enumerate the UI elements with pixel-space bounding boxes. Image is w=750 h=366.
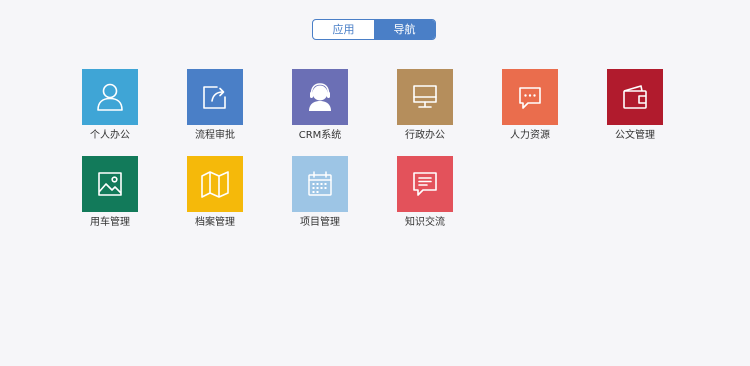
app-tile-crm[interactable]: CRM系统	[292, 69, 348, 142]
tile-icon-box	[187, 69, 243, 125]
tile-label: 公文管理	[615, 130, 655, 141]
share-icon	[203, 86, 226, 109]
tile-label: 档案管理	[195, 217, 235, 228]
tile-icon-box	[607, 69, 663, 125]
tile-label: 行政办公	[405, 130, 445, 141]
calendar-icon	[308, 171, 332, 196]
map-icon	[201, 171, 229, 198]
tile-label: 项目管理	[300, 217, 340, 228]
tab-apps[interactable]: 应用	[313, 20, 374, 39]
tile-icon-box	[397, 69, 453, 125]
app-tile-project-management[interactable]: 项目管理	[292, 156, 348, 229]
tile-label: 知识交流	[405, 217, 445, 228]
customer-service-icon	[309, 83, 331, 111]
tile-icon-box	[502, 69, 558, 125]
tile-icon-box	[187, 156, 243, 212]
tile-label: 流程审批	[195, 130, 235, 141]
wallet-icon	[623, 85, 647, 109]
app-tile-vehicle-management[interactable]: 用车管理	[82, 156, 138, 229]
app-tile-admin-office[interactable]: 行政办公	[397, 69, 453, 142]
tile-icon-box	[82, 156, 138, 212]
tile-label: 用车管理	[90, 217, 130, 228]
app-tile-archive-management[interactable]: 档案管理	[187, 156, 243, 229]
app-tile-document-management[interactable]: 公文管理	[607, 69, 663, 142]
user-icon	[97, 83, 123, 111]
monitor-icon	[413, 85, 437, 108]
app-tile-human-resources[interactable]: 人力资源	[502, 69, 558, 142]
tile-icon-box	[292, 156, 348, 212]
app-tile-workflow-approval[interactable]: 流程审批	[187, 69, 243, 142]
view-toggle: 应用 导航	[312, 19, 436, 40]
app-grid: 个人办公 流程审批 CRM系统 行政办公 人力资源 公文管理 用车管理 档案管理…	[82, 69, 663, 229]
app-tile-personal-office[interactable]: 个人办公	[82, 69, 138, 142]
tab-navigation[interactable]: 导航	[374, 20, 435, 39]
app-tile-knowledge-exchange[interactable]: 知识交流	[397, 156, 453, 229]
tile-label: 个人办公	[90, 130, 130, 141]
chat-bubble-icon	[519, 87, 541, 109]
app-launcher-page: 应用 导航 个人办公 流程审批 CRM系统 行政办公 人力资源 公文管理 用车管…	[0, 0, 750, 366]
tile-label: CRM系统	[298, 130, 342, 141]
tile-label: 人力资源	[510, 130, 550, 141]
tile-icon-box	[397, 156, 453, 212]
tile-icon-box	[292, 69, 348, 125]
image-icon	[98, 172, 122, 196]
message-icon	[413, 172, 437, 196]
tile-icon-box	[82, 69, 138, 125]
